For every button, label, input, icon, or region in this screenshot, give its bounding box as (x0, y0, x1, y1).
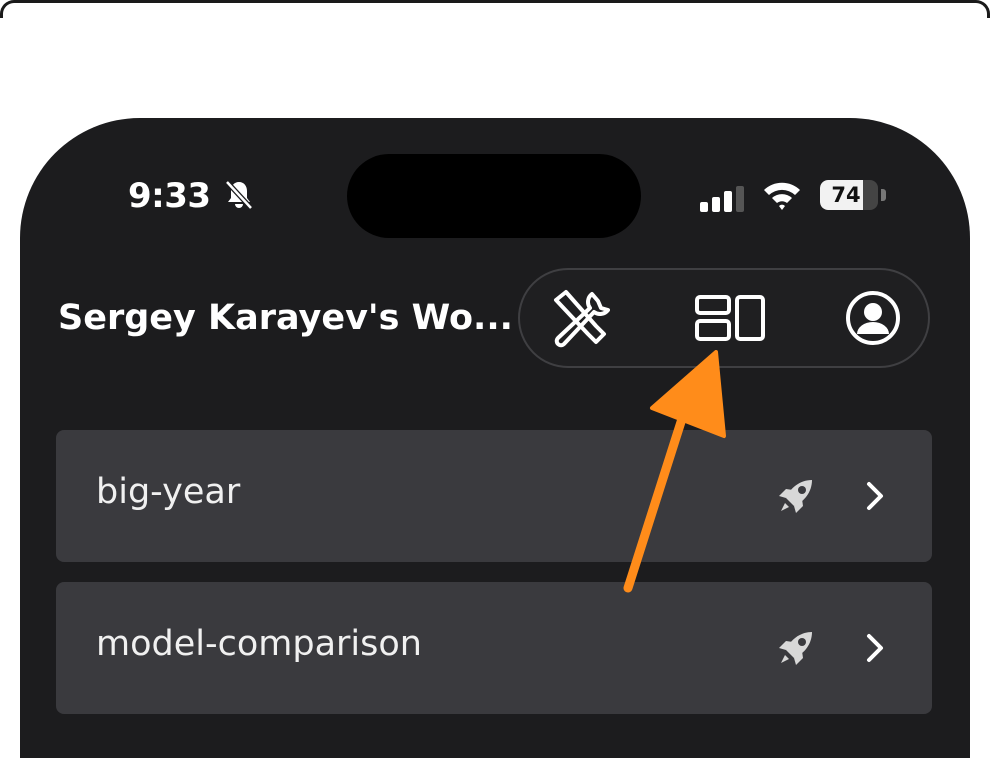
battery-nub (881, 189, 886, 201)
chevron-right-icon (864, 480, 886, 516)
bell-muted-icon (222, 178, 256, 216)
wifi-icon (762, 178, 802, 216)
project-name: model-comparison (96, 624, 422, 664)
layout-button[interactable] (695, 290, 765, 350)
window-frame (0, 0, 990, 18)
project-list: big-year model-comparison (56, 430, 932, 734)
battery-percentage: 74 (831, 183, 861, 207)
dynamic-island (347, 154, 641, 238)
cellular-signal-icon (700, 186, 746, 216)
tools-button[interactable] (548, 290, 610, 350)
header-toolbar (518, 268, 930, 368)
phone-screen: 9:33 74 Sergey Karayev's Wo... big-year … (20, 118, 970, 758)
profile-button[interactable] (843, 290, 903, 350)
project-row[interactable]: model-comparison (56, 582, 932, 714)
status-time: 9:33 (128, 176, 211, 216)
profile-icon (845, 290, 901, 350)
project-name: big-year (96, 472, 241, 512)
workspace-title[interactable]: Sergey Karayev's Wo... (58, 298, 513, 338)
layout-icon (694, 294, 766, 346)
project-row[interactable]: big-year (56, 430, 932, 562)
chevron-right-icon (864, 632, 886, 668)
rocket-icon (776, 628, 816, 672)
tools-icon (546, 286, 610, 354)
battery-indicator: 74 (820, 180, 878, 210)
rocket-icon (776, 476, 816, 520)
